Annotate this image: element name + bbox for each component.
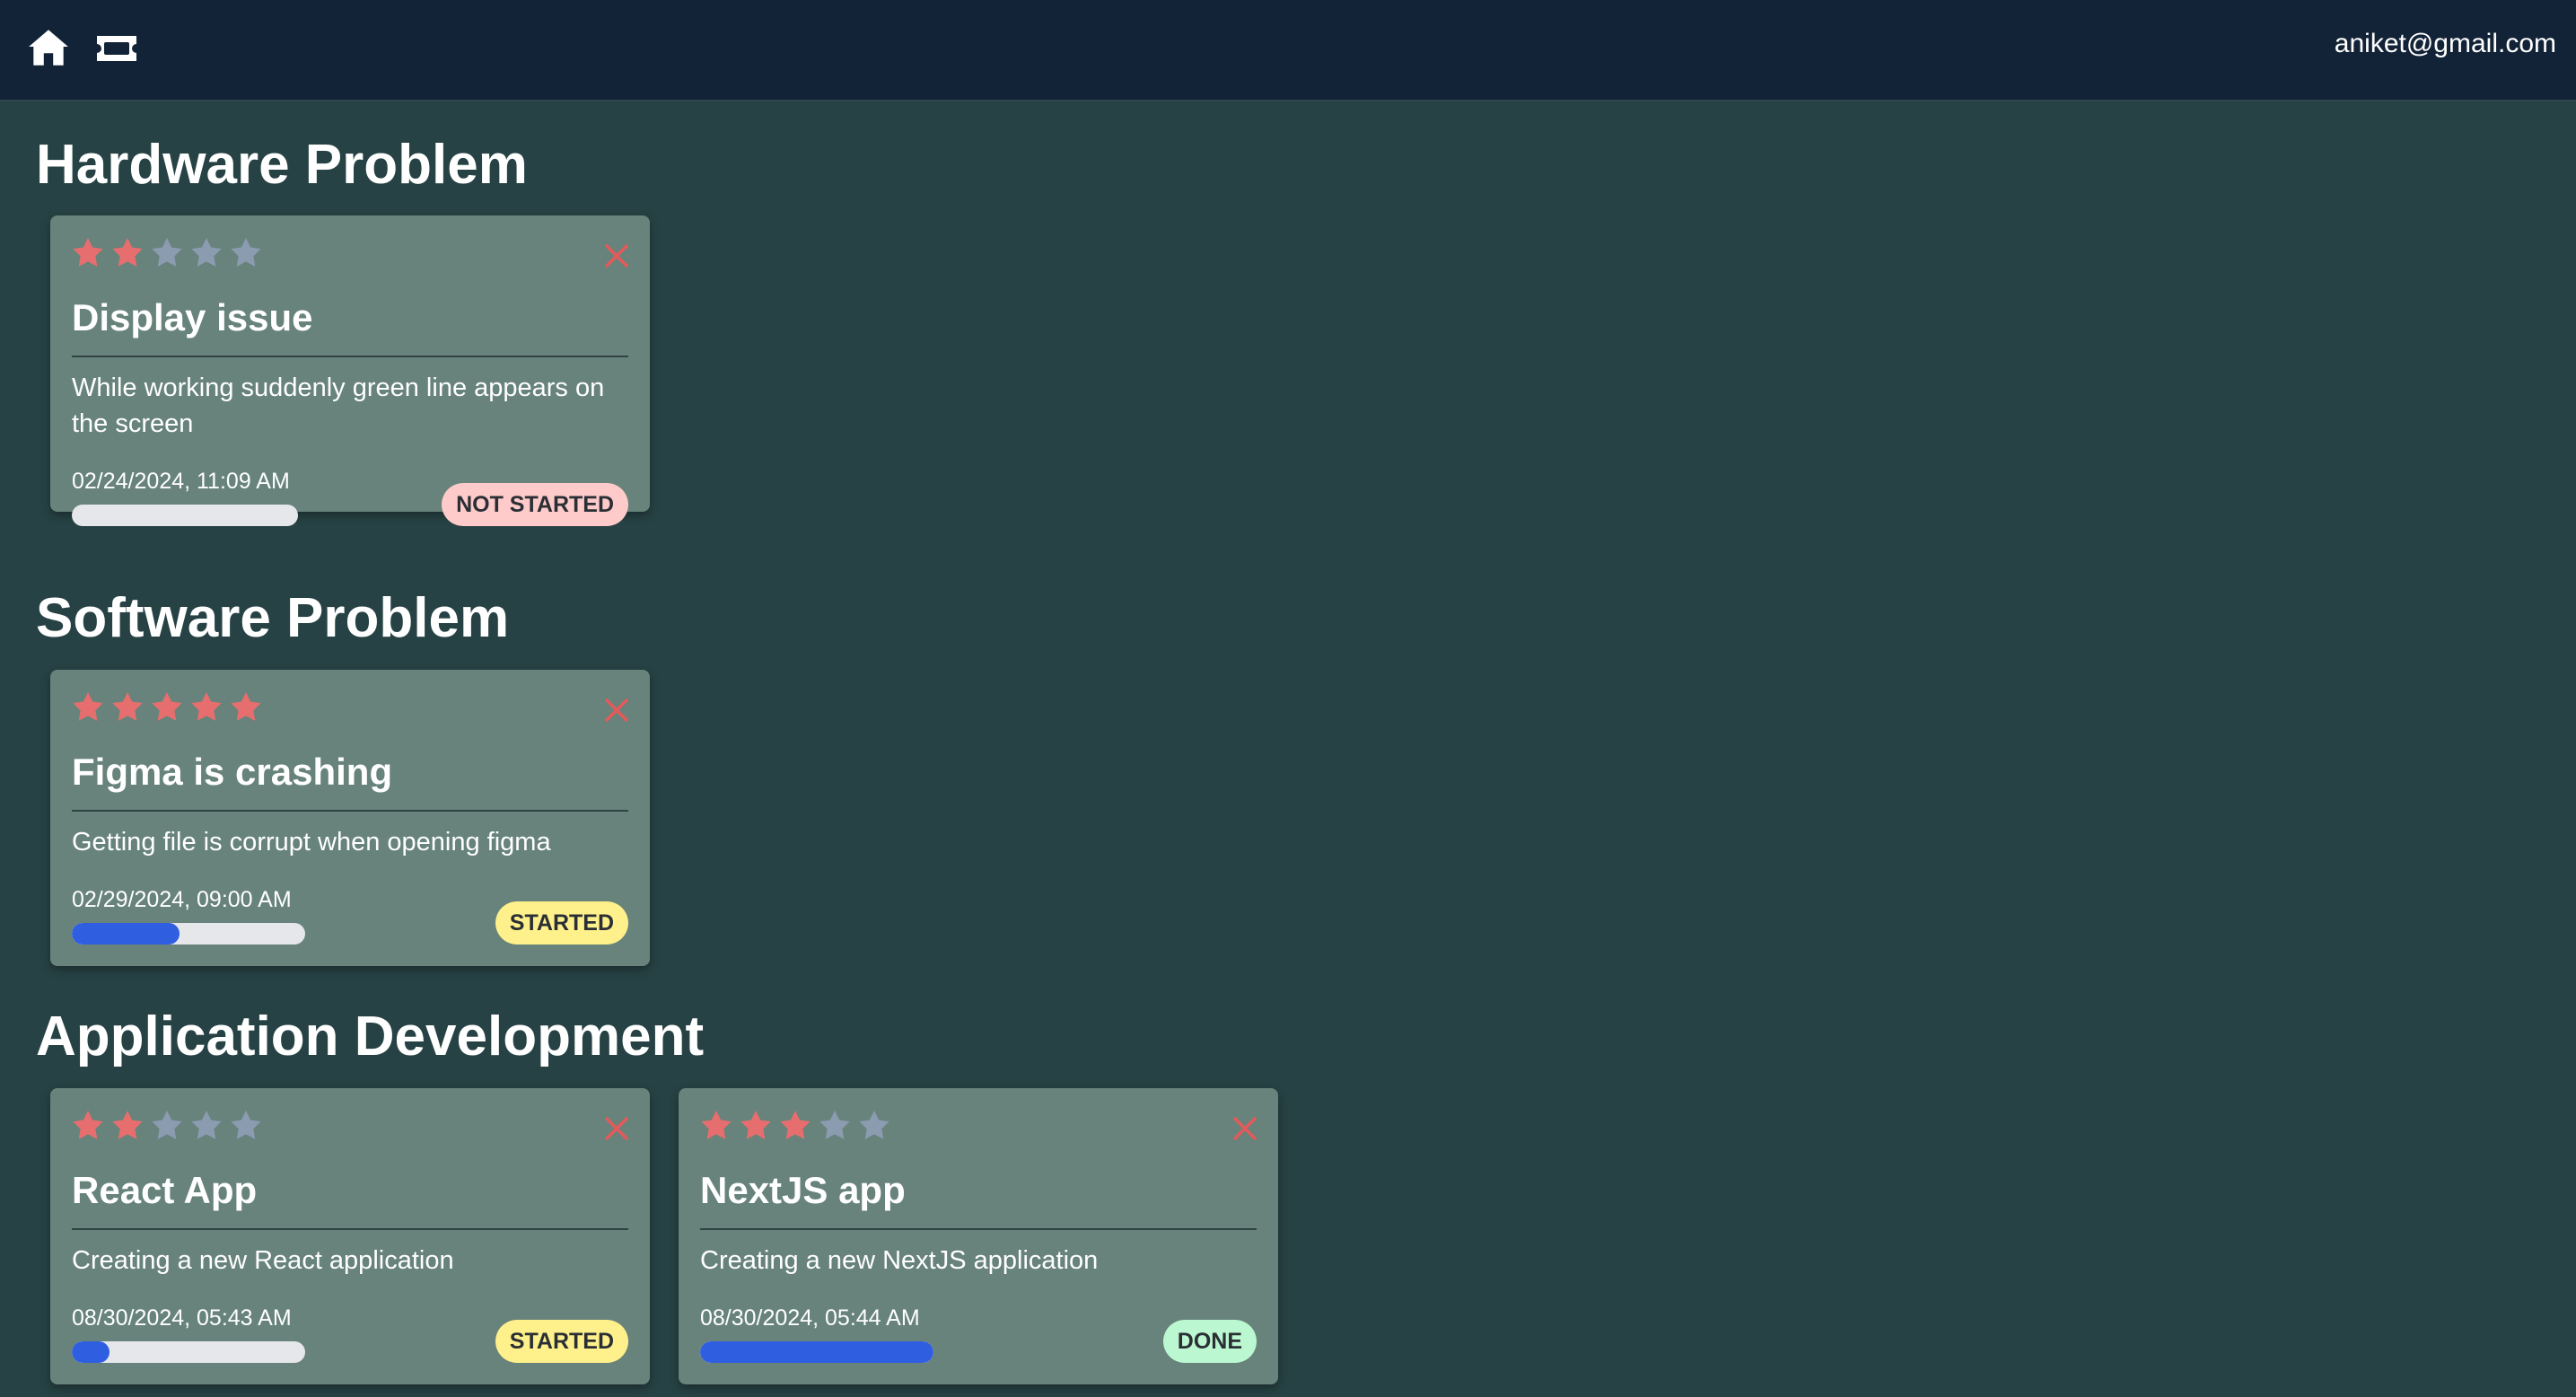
- star-filled-icon: [740, 1111, 771, 1139]
- top-nav-bar: aniket@gmail.com: [0, 0, 2576, 101]
- star-empty-icon: [191, 238, 222, 267]
- delete-ticket-button[interactable]: [1231, 1115, 1258, 1142]
- title-divider: [72, 810, 628, 812]
- star-filled-icon: [191, 692, 222, 721]
- star-empty-icon: [152, 1111, 182, 1139]
- ticket-date: 08/30/2024, 05:44 AM: [700, 1305, 920, 1331]
- star-filled-icon: [701, 1111, 732, 1139]
- title-divider: [72, 1228, 628, 1230]
- status-badge: STARTED: [495, 1320, 628, 1363]
- progress-bar: [72, 505, 298, 526]
- ticket-card[interactable]: Figma is crashing Getting file is corrup…: [50, 670, 650, 966]
- priority-stars: [70, 1108, 264, 1144]
- ticket-date: 02/24/2024, 11:09 AM: [72, 469, 290, 494]
- category-title-hardware-problem: Hardware Problem: [36, 134, 528, 196]
- priority-stars: [70, 235, 264, 271]
- star-filled-icon: [73, 238, 103, 267]
- ticket-date: 02/29/2024, 09:00 AM: [72, 887, 292, 912]
- priority-stars: [698, 1108, 892, 1144]
- star-empty-icon: [191, 1111, 222, 1139]
- progress-fill: [72, 923, 180, 945]
- status-badge: STARTED: [495, 901, 628, 945]
- home-icon[interactable]: [26, 25, 71, 70]
- ticket-icon[interactable]: [93, 27, 140, 70]
- ticket-title: Display issue: [72, 296, 313, 338]
- star-filled-icon: [112, 692, 143, 721]
- star-filled-icon: [73, 692, 103, 721]
- status-badge: NOT STARTED: [442, 483, 628, 526]
- ticket-description: Creating a new React application: [72, 1246, 454, 1275]
- progress-bar: [72, 1341, 305, 1363]
- star-empty-icon: [819, 1111, 850, 1139]
- ticket-description: Getting file is corrupt when opening fig…: [72, 828, 551, 857]
- star-filled-icon: [112, 238, 143, 267]
- progress-bar: [700, 1341, 933, 1363]
- star-empty-icon: [152, 238, 182, 267]
- ticket-title: React App: [72, 1169, 258, 1211]
- star-filled-icon: [780, 1111, 810, 1139]
- ticket-title: NextJS app: [700, 1169, 906, 1211]
- star-empty-icon: [231, 1111, 261, 1139]
- priority-stars: [70, 690, 264, 725]
- star-filled-icon: [152, 692, 182, 721]
- progress-fill: [72, 1341, 110, 1363]
- ticket-title: Figma is crashing: [72, 751, 393, 793]
- user-email: aniket@gmail.com: [2334, 29, 2556, 58]
- ticket-card[interactable]: Display issue While working suddenly gre…: [50, 215, 650, 526]
- progress-bar: [72, 923, 305, 945]
- delete-ticket-button[interactable]: [603, 697, 630, 724]
- star-filled-icon: [112, 1111, 143, 1139]
- status-badge: DONE: [1162, 1320, 1257, 1363]
- ticket-description: While working suddenly green line appear…: [72, 373, 605, 438]
- ticket-card[interactable]: NextJS app Creating a new NextJS applica…: [679, 1088, 1278, 1384]
- delete-ticket-button[interactable]: [603, 242, 630, 269]
- star-filled-icon: [231, 692, 261, 721]
- star-filled-icon: [73, 1111, 103, 1139]
- category-title-application-development: Application Development: [36, 1006, 705, 1068]
- title-divider: [700, 1228, 1257, 1230]
- category-title-software-problem: Software Problem: [36, 587, 510, 649]
- ticket-description: Creating a new NextJS application: [700, 1246, 1099, 1275]
- progress-fill: [700, 1341, 933, 1363]
- star-empty-icon: [859, 1111, 889, 1139]
- delete-ticket-button[interactable]: [603, 1115, 630, 1142]
- ticket-date: 08/30/2024, 05:43 AM: [72, 1305, 292, 1331]
- title-divider: [72, 356, 628, 357]
- star-empty-icon: [231, 238, 261, 267]
- ticket-card[interactable]: React App Creating a new React applicati…: [50, 1088, 650, 1384]
